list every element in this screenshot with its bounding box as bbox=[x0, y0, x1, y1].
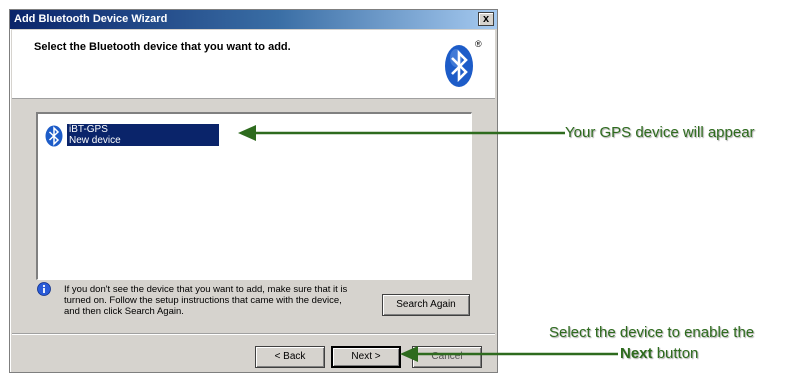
device-list[interactable]: iBT-GPS New device bbox=[36, 112, 472, 280]
cancel-button[interactable]: Cancel bbox=[412, 346, 482, 368]
device-name: iBT-GPS bbox=[69, 124, 108, 135]
back-button[interactable]: < Back bbox=[255, 346, 325, 368]
annotation-select-line2: Next button bbox=[620, 345, 698, 362]
info-line: and then click Search Again. bbox=[64, 306, 184, 317]
close-button[interactable]: x bbox=[478, 12, 494, 26]
info-icon bbox=[37, 282, 51, 296]
window-title: Add Bluetooth Device Wizard bbox=[14, 13, 168, 25]
page-title: Select the Bluetooth device that you wan… bbox=[34, 41, 291, 53]
info-line: turned on. Follow the setup instructions… bbox=[64, 295, 342, 306]
device-status: New device bbox=[69, 135, 121, 146]
info-line: If you don't see the device that you wan… bbox=[64, 284, 348, 295]
bluetooth-wizard-dialog: Add Bluetooth Device Wizard x Select the… bbox=[9, 9, 498, 373]
wizard-header: Select the Bluetooth device that you wan… bbox=[12, 30, 495, 99]
annotation-button-word: button bbox=[656, 345, 699, 362]
separator bbox=[12, 333, 495, 335]
next-button[interactable]: Next > bbox=[331, 346, 401, 368]
list-item[interactable]: iBT-GPS New device bbox=[45, 123, 231, 149]
info-message: If you don't see the device that you wan… bbox=[64, 284, 384, 317]
device-label-selected[interactable]: iBT-GPS New device bbox=[67, 124, 219, 146]
annotation-select-line1: Select the device to enable the bbox=[549, 324, 755, 341]
bluetooth-icon bbox=[45, 125, 63, 147]
annotation-next-word: Next bbox=[620, 345, 653, 362]
title-bar[interactable]: Add Bluetooth Device Wizard x bbox=[10, 10, 497, 29]
annotation-device-appear: Your GPS device will appear bbox=[565, 124, 755, 141]
registered-mark: ® bbox=[475, 39, 482, 49]
bluetooth-logo-icon bbox=[445, 45, 473, 87]
search-again-button[interactable]: Search Again bbox=[382, 294, 470, 316]
